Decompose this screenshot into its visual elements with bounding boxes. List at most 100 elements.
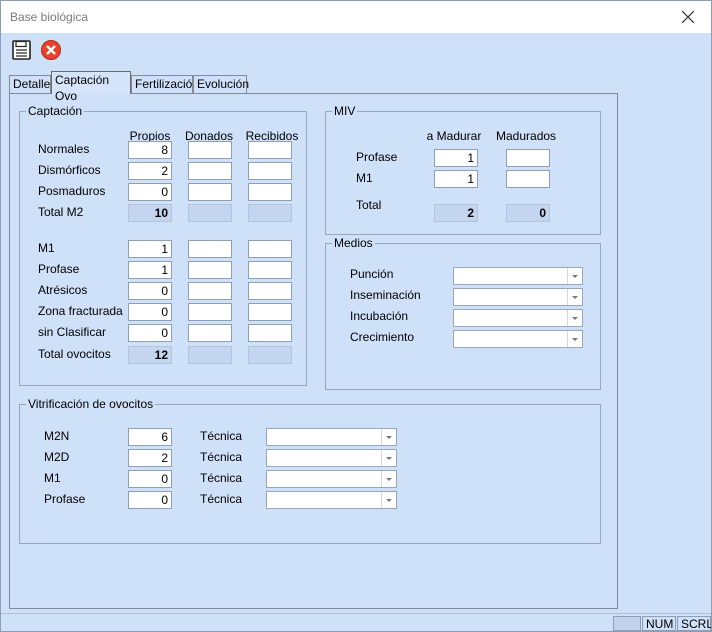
m1-tecnica-select[interactable] <box>266 470 397 488</box>
close-icon <box>682 11 694 23</box>
vitrificacion-group: Vitrificación de ovocitos M2N 6 Técnica … <box>19 397 601 544</box>
dismorficos-recibidos-field[interactable] <box>248 162 292 180</box>
miv-m1-madurados-field[interactable] <box>506 170 550 188</box>
m1-recibidos-field[interactable] <box>248 240 292 258</box>
dismorficos-propios-field[interactable]: 2 <box>128 162 172 180</box>
tab-detalle[interactable]: Detalle <box>9 75 51 93</box>
normales-donados-field[interactable] <box>188 141 232 159</box>
miv-title: MIV <box>332 104 358 118</box>
close-button[interactable] <box>665 1 711 33</box>
row-label: M1 <box>44 471 61 485</box>
num-lock-indicator: NUM <box>642 616 676 631</box>
tecnica-label: Técnica <box>200 429 243 443</box>
miv-profase-madurados-field[interactable] <box>506 149 550 167</box>
normales-recibidos-field[interactable] <box>248 141 292 159</box>
captacion-group: Captación Propios Donados Recibidos Norm… <box>19 104 307 386</box>
miv-total-label: Total <box>356 198 382 212</box>
header-a-madurar: a Madurar <box>426 129 482 143</box>
posmaduros-recibidos-field[interactable] <box>248 183 292 201</box>
m1-propios-field[interactable]: 1 <box>128 240 172 258</box>
sin-clasificar-recibidos-field[interactable] <box>248 324 292 342</box>
tab-evolucion[interactable]: Evolución <box>193 75 249 93</box>
zona-fracturada-propios-field[interactable]: 0 <box>128 303 172 321</box>
title-bar: Base biológica <box>1 1 711 33</box>
total-ovocitos-label: Total ovocitos <box>38 347 111 361</box>
row-label: M2D <box>44 450 70 464</box>
dismorficos-donados-field[interactable] <box>188 162 232 180</box>
row-label: sin Clasificar <box>38 325 107 339</box>
atresicos-propios-field[interactable]: 0 <box>128 282 172 300</box>
row-label: Profase <box>356 150 398 164</box>
row-label: Normales <box>38 142 90 156</box>
total-m2-label: Total M2 <box>38 205 84 219</box>
captacion-title: Captación <box>26 104 85 118</box>
scroll-lock-indicator: SCRL <box>677 616 711 631</box>
row-label: Profase <box>44 492 86 506</box>
sin-clasificar-propios-field[interactable]: 0 <box>128 324 172 342</box>
row-label: Posmaduros <box>38 184 106 198</box>
profase-tecnica-select[interactable] <box>266 491 397 509</box>
puncion-select[interactable] <box>453 267 583 285</box>
row-label: Punción <box>350 267 394 281</box>
miv-total-a-madurar: 2 <box>434 204 478 222</box>
vitrificacion-title: Vitrificación de ovocitos <box>26 397 156 411</box>
normales-propios-field[interactable]: 8 <box>128 141 172 159</box>
tab-captacion-ovo[interactable]: Captación Ovo <box>51 71 131 103</box>
tecnica-label: Técnica <box>200 450 243 464</box>
tecnica-label: Técnica <box>200 492 243 506</box>
cancel-button[interactable] <box>40 39 62 61</box>
row-label: Crecimiento <box>350 330 415 344</box>
inseminacion-select[interactable] <box>453 288 583 306</box>
chevron-down-icon <box>567 268 582 284</box>
profase-recibidos-field[interactable] <box>248 261 292 279</box>
total-ovocitos-donados <box>188 346 232 364</box>
atresicos-recibidos-field[interactable] <box>248 282 292 300</box>
save-button[interactable] <box>11 39 33 61</box>
sin-clasificar-donados-field[interactable] <box>188 324 232 342</box>
total-m2-recibidos <box>248 204 292 222</box>
profase-propios-field[interactable]: 1 <box>128 261 172 279</box>
vitri-m1-field[interactable]: 0 <box>128 470 172 488</box>
m2n-field[interactable]: 6 <box>128 428 172 446</box>
chevron-down-icon <box>381 471 396 487</box>
toolbar <box>1 33 711 67</box>
m2n-tecnica-select[interactable] <box>266 428 397 446</box>
m1-donados-field[interactable] <box>188 240 232 258</box>
total-m2-donados <box>188 204 232 222</box>
row-label: Zona fracturada <box>38 304 123 318</box>
medios-group: Medios Punción Inseminación Incubación C… <box>325 236 601 390</box>
row-label: Incubación <box>350 309 409 323</box>
atresicos-donados-field[interactable] <box>188 282 232 300</box>
zona-fracturada-recibidos-field[interactable] <box>248 303 292 321</box>
chevron-down-icon <box>381 492 396 508</box>
chevron-down-icon <box>567 289 582 305</box>
cancel-icon <box>41 40 61 60</box>
medios-title: Medios <box>332 236 375 250</box>
save-icon <box>12 40 31 60</box>
crecimiento-select[interactable] <box>453 330 583 348</box>
row-label: M1 <box>38 241 55 255</box>
window-title: Base biológica <box>10 10 89 24</box>
miv-m1-a-madurar-field[interactable]: 1 <box>434 170 478 188</box>
dialog-window: Base biológica Detalle Captación Ovo Fer… <box>0 0 712 632</box>
status-bar: NUM SCRL <box>1 613 711 631</box>
profase-donados-field[interactable] <box>188 261 232 279</box>
miv-group: MIV a Madurar Madurados Profase 1 M1 1 T… <box>325 104 601 235</box>
m2d-field[interactable]: 2 <box>128 449 172 467</box>
tab-fertilizacion[interactable]: Fertilización <box>131 75 199 93</box>
vitri-profase-field[interactable]: 0 <box>128 491 172 509</box>
chevron-down-icon <box>381 450 396 466</box>
total-m2-propios: 10 <box>128 204 172 222</box>
total-ovocitos-recibidos <box>248 346 292 364</box>
header-madurados: Madurados <box>496 129 557 143</box>
row-label: Dismórficos <box>38 163 101 177</box>
posmaduros-donados-field[interactable] <box>188 183 232 201</box>
row-label: M1 <box>356 171 373 185</box>
row-label: Profase <box>38 262 80 276</box>
posmaduros-propios-field[interactable]: 0 <box>128 183 172 201</box>
row-label: Atrésicos <box>38 283 88 297</box>
m2d-tecnica-select[interactable] <box>266 449 397 467</box>
zona-fracturada-donados-field[interactable] <box>188 303 232 321</box>
miv-profase-a-madurar-field[interactable]: 1 <box>434 149 478 167</box>
incubacion-select[interactable] <box>453 309 583 327</box>
